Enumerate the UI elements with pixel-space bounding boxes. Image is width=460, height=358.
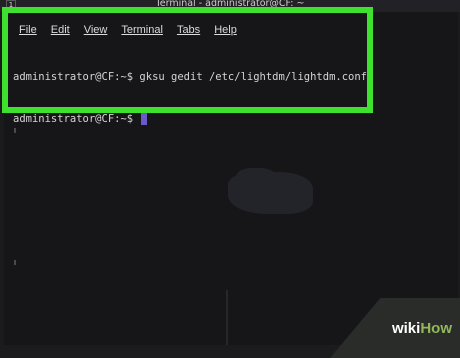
command-prompt: administrator@CF:~$ (13, 113, 140, 125)
highlight-box (2, 7, 373, 113)
terminal-line: administrator@CF:~$ (13, 112, 367, 126)
divider (226, 290, 228, 345)
divider (14, 128, 16, 133)
text-cursor (141, 113, 148, 125)
wikihow-watermark: wikiHow (392, 320, 452, 337)
divider (14, 260, 16, 265)
watermark-wiki: wiki (391, 320, 421, 337)
watermark-how: How (420, 320, 452, 337)
background-blob (228, 172, 313, 214)
